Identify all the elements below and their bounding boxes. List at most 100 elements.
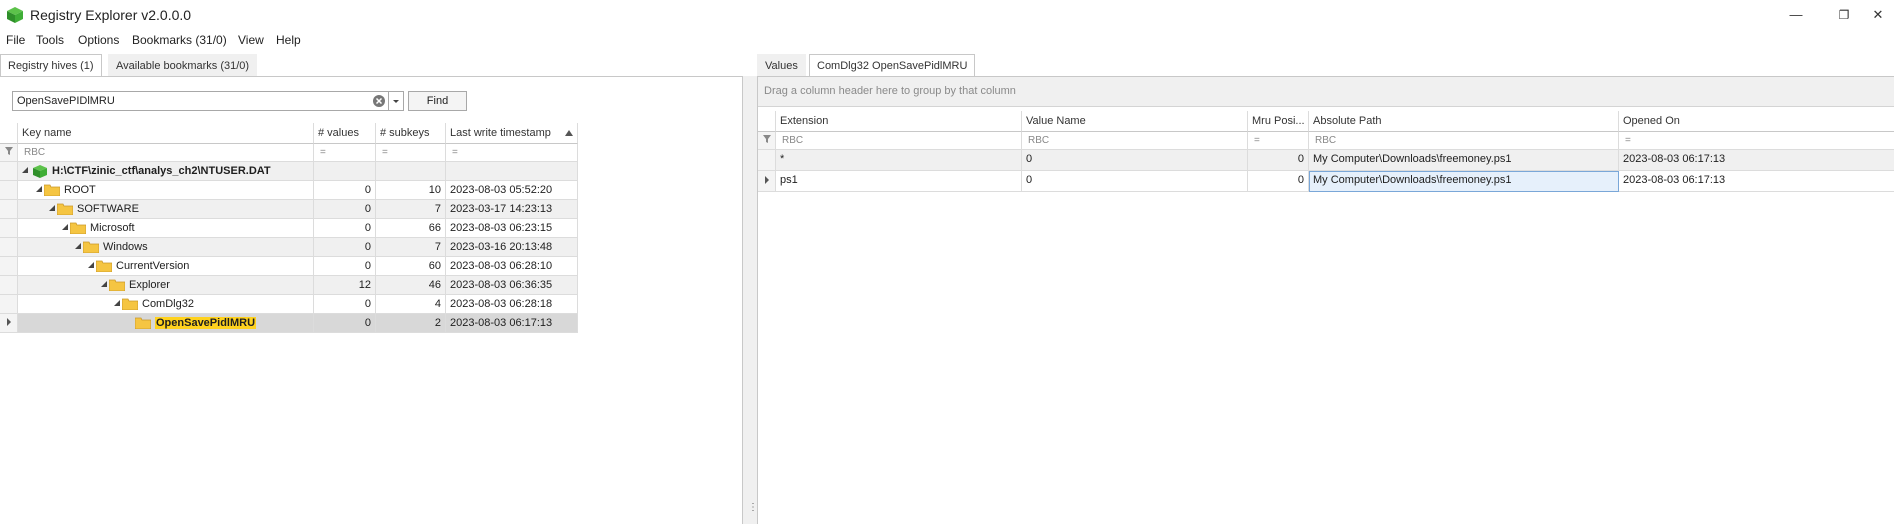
tree-timestamp-cell: 2023-08-03 06:28:10 (446, 257, 578, 276)
filter-timestamp[interactable]: = (446, 144, 578, 162)
tree-row-microsoft[interactable]: Microsoft 0 66 2023-08-03 06:23:15 (0, 219, 578, 238)
folder-icon (83, 241, 99, 253)
tab-values[interactable]: Values (757, 54, 806, 77)
menu-bookmarks[interactable]: Bookmarks (31/0) (132, 33, 227, 47)
expanded-triangle-icon[interactable] (114, 300, 120, 306)
value-name-cell: 0 (1022, 150, 1248, 171)
search-match-highlight: OpenSavePidlMRU (155, 317, 257, 329)
filter-subkeys[interactable]: = (376, 144, 446, 162)
absolute-path-cell-focused[interactable]: My Computer\Downloads\freemoney.ps1 (1309, 171, 1619, 192)
tree-timestamp-cell (446, 162, 578, 181)
mru-position-cell: 0 (1248, 150, 1309, 171)
tree-values-cell: 0 (314, 257, 376, 276)
tree-key-cell: ComDlg32 (18, 295, 314, 314)
opened-on-cell: 2023-08-03 06:17:13 (1619, 150, 1894, 171)
values-row[interactable]: ps1 0 0 My Computer\Downloads\freemoney.… (758, 171, 1894, 192)
search-history-dropdown[interactable] (388, 91, 404, 111)
expanded-triangle-icon[interactable] (62, 224, 68, 230)
expanded-triangle-icon[interactable] (49, 205, 55, 211)
tree-values-cell: 0 (314, 238, 376, 257)
row-indicator (0, 219, 18, 238)
pane-splitter[interactable] (743, 76, 757, 524)
expanded-triangle-icon[interactable] (36, 186, 42, 192)
folder-icon (109, 279, 125, 291)
tree-values-cell: 0 (314, 295, 376, 314)
values-grid: Extension Value Name Mru Posi... Absolut… (758, 111, 1894, 231)
menu-options[interactable]: Options (78, 33, 119, 47)
key-name-label-wrapper: OpenSavePidlMRU (155, 314, 257, 332)
column-header-mru-position[interactable]: Mru Posi... (1248, 111, 1309, 132)
sort-ascending-icon (565, 130, 573, 136)
tab-comdlg32-opensavepidlmru[interactable]: ComDlg32 OpenSavePidlMRU (809, 54, 976, 77)
column-header-timestamp[interactable]: Last write timestamp (446, 123, 578, 144)
expanded-triangle-icon[interactable] (88, 262, 94, 268)
column-header-values[interactable]: # values (314, 123, 376, 144)
folder-icon (122, 298, 138, 310)
column-header-opened-on[interactable]: Opened On (1619, 111, 1894, 132)
tree-timestamp-cell: 2023-03-17 14:23:13 (446, 200, 578, 219)
minimize-button[interactable]: — (1774, 4, 1818, 26)
tree-subkeys-cell: 10 (376, 181, 446, 200)
tree-row-explorer[interactable]: Explorer 12 46 2023-08-03 06:36:35 (0, 276, 578, 295)
tree-row-comdlg32[interactable]: ComDlg32 0 4 2023-08-03 06:28:18 (0, 295, 578, 314)
tree-row-currentversion[interactable]: CurrentVersion 0 60 2023-08-03 06:28:10 (0, 257, 578, 276)
row-indicator (0, 276, 18, 295)
values-grid-header: Extension Value Name Mru Posi... Absolut… (758, 111, 1894, 132)
title-bar: Registry Explorer v2.0.0.0 — ❐ ✕ (0, 0, 1894, 30)
column-header-absolute-path[interactable]: Absolute Path (1309, 111, 1619, 132)
tree-timestamp-cell: 2023-08-03 06:28:18 (446, 295, 578, 314)
tree-row-hive[interactable]: H:\CTF\zinic_ctf\analys_ch2\NTUSER.DAT (0, 162, 578, 181)
expanded-triangle-icon[interactable] (22, 167, 28, 173)
row-indicator (0, 200, 18, 219)
expanded-triangle-icon[interactable] (75, 243, 81, 249)
tree-row-root[interactable]: ROOT 0 10 2023-08-03 05:52:20 (0, 181, 578, 200)
column-header-extension[interactable]: Extension (776, 111, 1022, 132)
row-indicator (758, 150, 776, 171)
close-button[interactable]: ✕ (1862, 4, 1894, 26)
tree-values-cell: 0 (314, 200, 376, 219)
tree-values-cell (314, 162, 376, 181)
registry-hives-pane: Find Key name # values # subkeys Last wr… (0, 76, 743, 524)
search-input[interactable] (13, 92, 368, 110)
values-pane: Drag a column header here to group by th… (757, 76, 1894, 524)
tree-row-opensavepidlmru[interactable]: OpenSavePidlMRU 0 2 2023-08-03 06:17:13 (0, 314, 578, 333)
row-indicator (0, 238, 18, 257)
column-header-subkeys[interactable]: # subkeys (376, 123, 446, 144)
key-name-label: SOFTWARE (77, 203, 139, 215)
tree-timestamp-cell: 2023-08-03 06:23:15 (446, 219, 578, 238)
tree-grid-header: Key name # values # subkeys Last write t… (0, 123, 578, 144)
header-indicator (0, 123, 18, 144)
menu-tools[interactable]: Tools (36, 33, 64, 47)
menu-view[interactable]: View (238, 33, 264, 47)
column-header-key-name[interactable]: Key name (18, 123, 314, 144)
tab-available-bookmarks[interactable]: Available bookmarks (31/0) (108, 54, 258, 77)
find-button[interactable]: Find (408, 91, 467, 111)
values-row[interactable]: * 0 0 My Computer\Downloads\freemoney.ps… (758, 150, 1894, 171)
filter-absolute-path[interactable]: RBC (1309, 132, 1619, 150)
filter-opened-on[interactable]: = (1619, 132, 1894, 150)
tree-row-software[interactable]: SOFTWARE 0 7 2023-03-17 14:23:13 (0, 200, 578, 219)
clear-search-icon[interactable] (372, 94, 386, 108)
filter-value-name[interactable]: RBC (1022, 132, 1248, 150)
tree-timestamp-cell: 2023-08-03 05:52:20 (446, 181, 578, 200)
group-by-panel[interactable]: Drag a column header here to group by th… (758, 77, 1894, 107)
current-row-arrow-icon (6, 318, 11, 326)
tab-registry-hives[interactable]: Registry hives (1) (0, 54, 102, 77)
opened-on-cell: 2023-08-03 06:17:13 (1619, 171, 1894, 192)
filter-values[interactable]: = (314, 144, 376, 162)
expanded-triangle-icon[interactable] (101, 281, 107, 287)
tree-timestamp-cell: 2023-03-16 20:13:48 (446, 238, 578, 257)
value-name-cell: 0 (1022, 171, 1248, 192)
filter-extension[interactable]: RBC (776, 132, 1022, 150)
menu-help[interactable]: Help (276, 33, 301, 47)
values-filter-row: RBC RBC = RBC = (758, 132, 1894, 150)
column-header-value-name[interactable]: Value Name (1022, 111, 1248, 132)
filter-mru-position[interactable]: = (1248, 132, 1309, 150)
tree-values-cell: 0 (314, 219, 376, 238)
row-indicator (0, 181, 18, 200)
restore-button[interactable]: ❐ (1822, 4, 1866, 26)
tree-row-windows[interactable]: Windows 0 7 2023-03-16 20:13:48 (0, 238, 578, 257)
menu-file[interactable]: File (6, 33, 25, 47)
tree-timestamp-cell: 2023-08-03 06:36:35 (446, 276, 578, 295)
filter-key-name[interactable]: RBC (18, 144, 314, 162)
